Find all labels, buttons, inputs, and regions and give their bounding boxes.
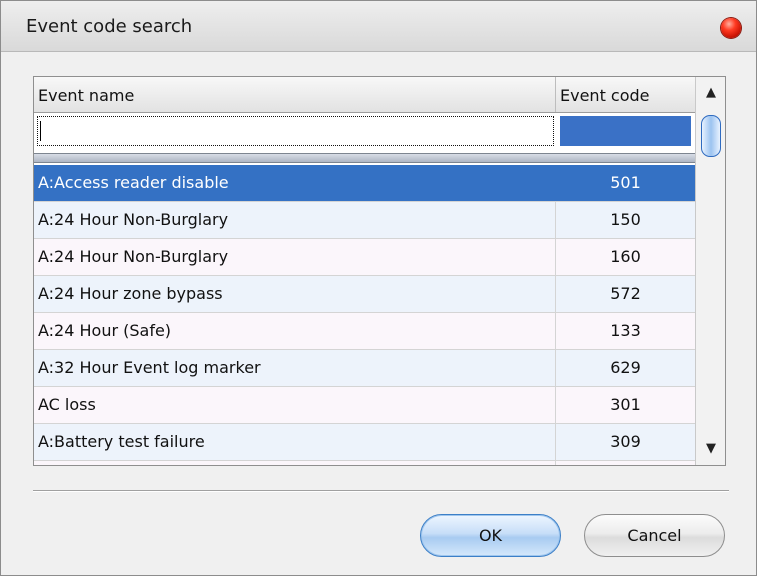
table-row[interactable]: A:Access reader disable 501 <box>34 165 695 202</box>
event-name-cell: A:32 Hour Event log marker <box>34 350 556 386</box>
close-icon[interactable] <box>721 18 741 38</box>
window-title: Event code search <box>26 16 193 37</box>
grid-rows: A:Access reader disable 501 A:24 Hour Non-… <box>34 165 695 465</box>
event-name-cell: A:24 Hour Non-Burglary <box>34 202 556 238</box>
scroll-down-icon[interactable]: ▼ <box>696 435 725 463</box>
event-code-cell: 301 <box>610 395 641 414</box>
table-row[interactable]: A:Battery test failure 309 <box>34 424 695 461</box>
vertical-scrollbar[interactable]: ▲ ▼ <box>695 77 725 465</box>
event-code-cell: 133 <box>610 321 641 340</box>
grid-splitter <box>34 153 695 163</box>
table-row[interactable]: A:Battery Missing/Dead311 <box>34 461 695 465</box>
event-name-filter-input[interactable] <box>37 116 554 146</box>
event-name-cell: AC loss <box>34 387 556 423</box>
event-code-cell: 311 <box>556 461 695 465</box>
event-code-cell: 160 <box>610 247 641 266</box>
event-name-cell: A:Battery test failure <box>34 424 556 460</box>
text-caret <box>40 121 41 141</box>
ok-button[interactable]: OK <box>420 514 561 557</box>
scroll-up-icon[interactable]: ▲ <box>696 79 725 107</box>
event-name-cell: A:24 Hour (Safe) <box>34 313 556 349</box>
event-name-cell: A:Battery Missing/Dead <box>34 461 556 465</box>
table-row[interactable]: A:24 Hour zone bypass 572 <box>34 276 695 313</box>
event-code-cell: 501 <box>610 173 641 192</box>
event-code-filter-input[interactable] <box>560 116 691 146</box>
event-code-cell: 309 <box>610 432 641 451</box>
table-row[interactable]: A:24 Hour Non-Burglary 160 <box>34 239 695 276</box>
event-code-cell: 150 <box>610 210 641 229</box>
column-header-event-code[interactable]: Event code <box>556 77 695 112</box>
event-code-cell: 629 <box>610 358 641 377</box>
event-name-cell: A:24 Hour zone bypass <box>34 276 556 312</box>
grid-header: Event name Event code <box>34 77 695 113</box>
event-code-search-dialog: Event code search Event name Event code … <box>0 0 757 576</box>
event-name-cell: A:Access reader disable <box>34 165 556 201</box>
event-name-cell: A:24 Hour Non-Burglary <box>34 239 556 275</box>
title-bar[interactable]: Event code search <box>1 1 756 52</box>
cancel-button[interactable]: Cancel <box>584 514 725 557</box>
scrollbar-thumb[interactable] <box>701 115 721 157</box>
event-grid: Event name Event code A:Access reader di… <box>33 76 726 466</box>
divider <box>33 490 729 492</box>
table-row[interactable]: A:24 Hour (Safe) 133 <box>34 313 695 350</box>
table-row[interactable]: A:24 Hour Non-Burglary 150 <box>34 202 695 239</box>
table-row[interactable]: A:32 Hour Event log marker 629 <box>34 350 695 387</box>
column-header-event-name[interactable]: Event name <box>34 77 556 112</box>
table-row[interactable]: AC loss 301 <box>34 387 695 424</box>
filter-row <box>34 114 695 148</box>
event-code-cell: 572 <box>610 284 641 303</box>
